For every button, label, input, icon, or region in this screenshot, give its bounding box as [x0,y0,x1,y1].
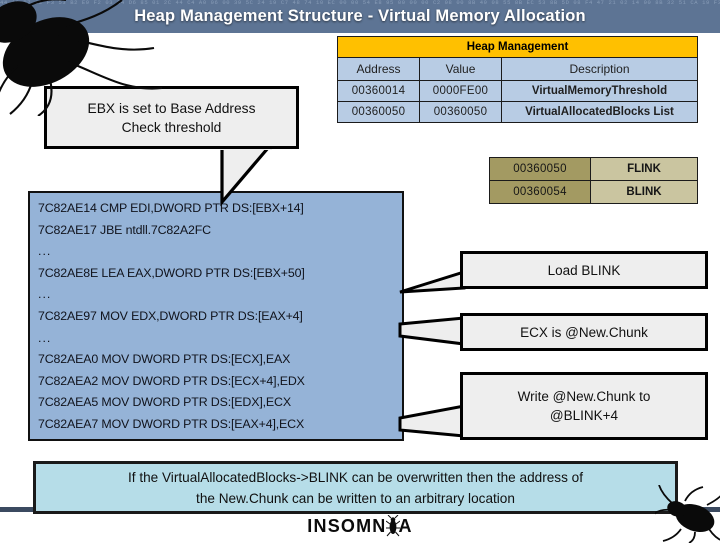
conclusion-line1: If the VirtualAllocatedBlocks->BLINK can… [127,469,583,485]
table-row: 00360050 00360050 VirtualAllocatedBlocks… [338,102,697,122]
slide-canvas: 44 A2 B7 12 F3 53 B2 E9 F2 03 34 D6 85 0… [0,0,720,543]
callout-tail-load-blink [399,270,466,294]
callout-ebx-line2: Check threshold [121,119,222,135]
cell-address: 00360050 [338,102,420,122]
heap-table-header-row: Address Value Description [338,58,697,81]
column-header-description: Description [502,58,697,81]
footer-logo-after: A [398,515,413,536]
cockroach-icon-bottom-right [655,485,720,543]
code-line: 7C82AEA7 MOV DWORD PTR DS:[EAX+4],ECX [38,416,305,431]
table-row: 00360014 0000FE00 VirtualMemoryThreshold [338,81,697,102]
callout-ecx-newchunk-text: ECX is @New.Chunk [520,324,648,340]
code-line-ellipsis: ... [38,287,52,302]
cell-flink-address: 00360050 [490,158,591,180]
column-header-address: Address [338,58,420,81]
callout-write-newchunk: Write @New.Chunk to @BLINK+4 [460,372,708,440]
cell-flink-label: FLINK [591,158,697,180]
heap-table-title: Heap Management [338,37,697,58]
callout-write-newchunk-text: Write @New.Chunk to @BLINK+4 [518,387,651,425]
table-row: 00360054 BLINK [490,180,697,203]
heap-management-table: Heap Management Address Value Descriptio… [337,36,698,123]
callout-load-blink: Load BLINK [460,251,708,289]
cell-value: 00360050 [420,102,502,122]
disassembly-code-block: 7C82AE14 CMP EDI,DWORD PTR DS:[EBX+14] 7… [28,191,404,441]
table-row: 00360050 FLINK [490,158,697,180]
conclusion-text: If the VirtualAllocatedBlocks->BLINK can… [128,467,583,509]
cell-description: VirtualMemoryThreshold [502,81,697,102]
code-line: 7C82AEA2 MOV DWORD PTR DS:[ECX+4],EDX [38,373,305,388]
code-line: 7C82AEA5 MOV DWORD PTR DS:[EDX],ECX [38,395,291,410]
flink-blink-table: 00360050 FLINK 00360054 BLINK [489,157,698,204]
conclusion-banner: If the VirtualAllocatedBlocks->BLINK can… [33,461,678,514]
code-line: 7C82AE8E LEA EAX,DWORD PTR DS:[EBX+50] [38,265,305,280]
footer-logo-word: INSOMN A [307,515,412,537]
conclusion-line2: the New.Chunk can be written to an arbit… [196,490,515,506]
column-header-value: Value [420,58,502,81]
callout-tail-ebx [220,146,272,207]
code-line: 7C82AEA0 MOV DWORD PTR DS:[ECX],EAX [38,352,291,367]
callout-tail-ecx [398,316,466,346]
callout-load-blink-text: Load BLINK [547,262,621,278]
footer-logo: INSOMN A [0,512,720,540]
code-line-ellipsis: ... [38,330,52,345]
bug-icon-logo [385,515,400,537]
footer-logo-before: INSOMN [307,515,387,536]
callout-write-line2: @BLINK+4 [549,408,619,423]
cockroach-icon-top-left [0,0,163,116]
callout-write-line1: Write @New.Chunk to [517,389,651,404]
cell-value: 0000FE00 [420,81,502,102]
callout-ecx-newchunk: ECX is @New.Chunk [460,313,708,351]
cell-blink-label: BLINK [591,180,697,203]
callout-tail-write [398,404,466,438]
cell-description: VirtualAllocatedBlocks List [502,102,697,122]
code-line: 7C82AE97 MOV EDX,DWORD PTR DS:[EAX+4] [38,308,303,323]
code-line-ellipsis: ... [38,244,52,259]
cell-blink-address: 00360054 [490,180,591,203]
code-line: 7C82AE17 JBE ntdll.7C82A2FC [38,222,211,237]
cell-address: 00360014 [338,81,420,102]
